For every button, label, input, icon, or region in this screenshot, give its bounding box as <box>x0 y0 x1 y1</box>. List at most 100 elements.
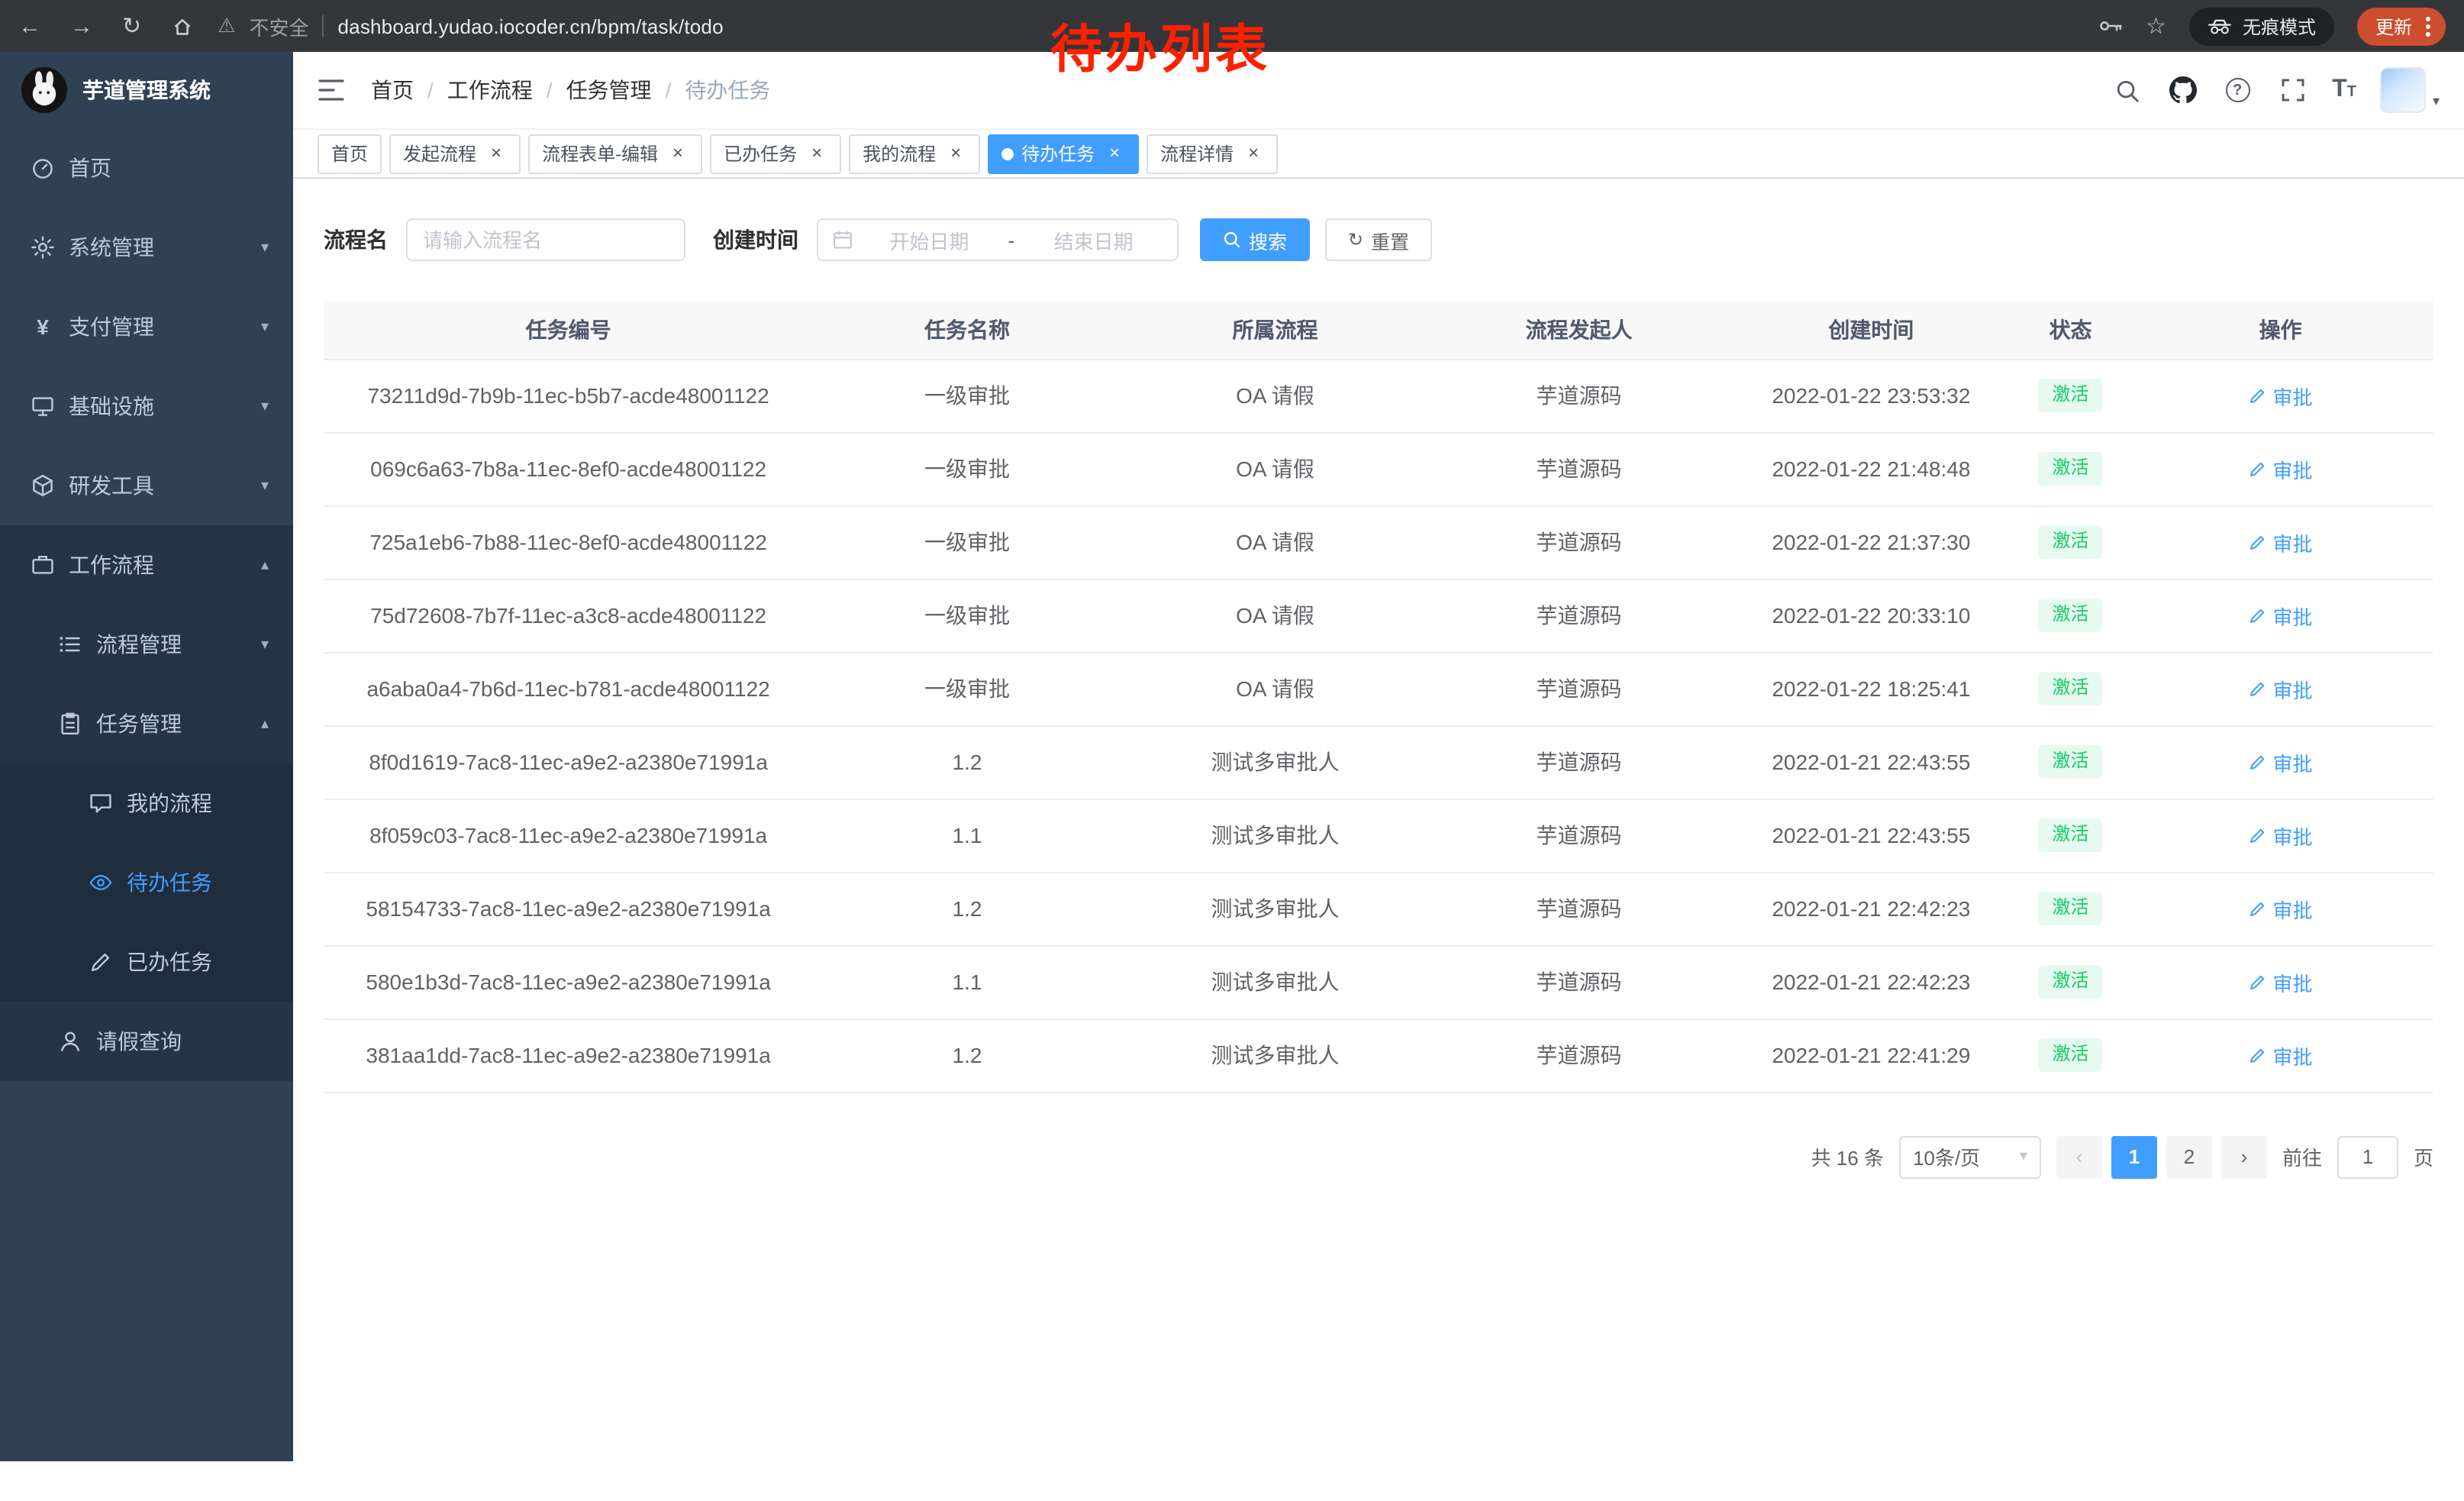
approve-button[interactable]: 审批 <box>2249 674 2313 703</box>
create-time-label: 创建时间 <box>713 224 798 255</box>
sidebar-item-dev-tools[interactable]: 研发工具 ▾ <box>0 446 293 525</box>
topbar-actions: ? TT ▾ <box>2112 67 2440 113</box>
bookmark-star-icon[interactable]: ☆ <box>2146 15 2166 37</box>
github-icon[interactable] <box>2167 75 2198 105</box>
tab-start-process[interactable]: 发起流程 × <box>389 134 521 173</box>
todo-table: 任务编号 任务名称 所属流程 流程发起人 创建时间 状态 操作 73211d9d… <box>324 301 2433 1093</box>
tab-done-tasks[interactable]: 已办任务 × <box>710 134 841 173</box>
close-icon[interactable]: × <box>485 143 507 164</box>
sidebar-item-leave-query[interactable]: 请假查询 <box>0 1002 293 1081</box>
menu-kebab-icon[interactable] <box>2426 16 2430 36</box>
task-process: OA 请假 <box>1121 652 1430 725</box>
task-process: 测试多审批人 <box>1121 1018 1430 1092</box>
forward-icon[interactable]: → <box>70 15 93 37</box>
approve-button[interactable]: 审批 <box>2249 894 2313 923</box>
chevron-down-icon: ▾ <box>261 398 269 415</box>
task-name: 1.1 <box>813 799 1121 872</box>
task-name: 1.2 <box>813 872 1121 945</box>
tags-view-bar: 首页 发起流程 × 流程表单-编辑 × 已办任务 × 我的流程 × <box>293 128 2464 179</box>
breadcrumb-task-management[interactable]: 任务管理 <box>566 75 652 105</box>
tab-my-processes[interactable]: 我的流程 × <box>849 134 980 173</box>
tab-process-detail[interactable]: 流程详情 × <box>1147 134 1278 173</box>
page-1-button[interactable]: 1 <box>2111 1135 2157 1178</box>
font-size-icon[interactable]: TT <box>2332 78 2356 102</box>
reset-button[interactable]: ↻ 重置 <box>1325 218 1432 261</box>
next-page-button[interactable]: › <box>2221 1135 2267 1178</box>
process-name-input[interactable] <box>406 218 685 261</box>
sidebar-collapse-icon[interactable] <box>318 78 345 102</box>
sidebar-item-system-management[interactable]: 系统管理 ▾ <box>0 208 293 287</box>
back-icon[interactable]: ← <box>18 15 41 37</box>
search-icon[interactable] <box>2112 75 2143 105</box>
task-process: 测试多审批人 <box>1121 872 1430 945</box>
sidebar-item-task-management[interactable]: 任务管理 ▴ <box>0 684 293 763</box>
sidebar-item-home[interactable]: 首页 <box>0 128 293 208</box>
tab-process-form-edit[interactable]: 流程表单-编辑 × <box>528 134 702 173</box>
page-content: 流程名 创建时间 开始日期 - 结束日期 <box>293 179 2464 1501</box>
breadcrumb-home[interactable]: 首页 <box>371 75 414 105</box>
close-icon[interactable]: × <box>1104 143 1125 164</box>
avatar[interactable] <box>2381 67 2427 113</box>
incognito-label: 无痕模式 <box>2243 13 2316 39</box>
key-icon[interactable] <box>2098 18 2123 34</box>
status-badge: 激活 <box>2038 452 2102 485</box>
sidebar-item-done-tasks[interactable]: 已办任务 <box>0 922 293 1002</box>
approve-button[interactable]: 审批 <box>2249 454 2313 483</box>
sidebar-item-workflow[interactable]: 工作流程 ▴ <box>0 525 293 605</box>
approve-button[interactable]: 审批 <box>2249 381 2313 410</box>
sidebar-item-process-management[interactable]: 流程管理 ▾ <box>0 605 293 684</box>
date-range-picker[interactable]: 开始日期 - 结束日期 <box>817 218 1179 261</box>
task-initiator: 芋道源码 <box>1429 872 1728 945</box>
home-icon[interactable] <box>170 15 193 37</box>
chevron-down-icon: ▾ <box>2020 1148 2027 1165</box>
tab-todo-tasks[interactable]: 待办任务 × <box>988 134 1139 173</box>
address-bar[interactable]: ⚠ 不安全 dashboard.yudao.iocoder.cn/bpm/tas… <box>218 11 724 40</box>
status-badge: 激活 <box>2038 745 2102 778</box>
table-row: 069c6a63-7b8a-11ec-8ef0-acde48001122 一级审… <box>324 432 2433 505</box>
eye-icon <box>89 870 113 895</box>
breadcrumb: 首页 / 工作流程 / 任务管理 / 待办任务 <box>371 75 770 105</box>
update-label: 更新 <box>2375 13 2412 39</box>
task-id: 8f0d1619-7ac8-11ec-a9e2-a2380e71991a <box>324 725 813 799</box>
tab-home[interactable]: 首页 <box>318 134 382 173</box>
sidebar-item-payment-management[interactable]: ¥ 支付管理 ▾ <box>0 287 293 366</box>
help-icon[interactable]: ? <box>2222 75 2253 105</box>
close-icon[interactable]: × <box>667 143 689 164</box>
breadcrumb-workflow[interactable]: 工作流程 <box>447 75 533 105</box>
close-icon[interactable]: × <box>806 143 827 164</box>
close-icon[interactable]: × <box>945 143 966 164</box>
chevron-up-icon: ▴ <box>261 557 269 573</box>
breadcrumb-current: 待办任务 <box>685 75 770 105</box>
reload-icon[interactable]: ↻ <box>122 15 141 37</box>
task-initiator: 芋道源码 <box>1429 505 1728 579</box>
task-name: 一级审批 <box>813 652 1121 725</box>
approve-button[interactable]: 审批 <box>2249 821 2313 850</box>
sidebar-item-infrastructure[interactable]: 基础设施 ▾ <box>0 366 293 446</box>
task-initiator: 芋道源码 <box>1429 579 1728 652</box>
approve-button[interactable]: 审批 <box>2249 1041 2313 1070</box>
app-logo[interactable]: 芋道管理系统 <box>0 52 293 128</box>
update-button[interactable]: 更新 <box>2357 7 2446 45</box>
page-buttons: ‹ 1 2 › <box>2056 1135 2267 1178</box>
approve-button[interactable]: 审批 <box>2249 601 2313 630</box>
page-size-select[interactable]: 10条/页 ▾ <box>1899 1135 2041 1178</box>
approve-button[interactable]: 审批 <box>2249 747 2313 776</box>
sidebar-item-todo-tasks[interactable]: 待办任务 <box>0 843 293 922</box>
status-badge: 激活 <box>2038 672 2102 705</box>
col-task-id: 任务编号 <box>324 301 813 359</box>
search-button[interactable]: 搜索 <box>1200 218 1310 261</box>
approve-button[interactable]: 审批 <box>2249 528 2313 557</box>
range-separator: - <box>1005 228 1018 251</box>
close-icon[interactable]: × <box>1243 143 1264 164</box>
status-badge: 激活 <box>2038 818 2102 851</box>
col-initiator: 流程发起人 <box>1429 301 1728 359</box>
prev-page-button[interactable]: ‹ <box>2056 1135 2102 1178</box>
user-menu[interactable]: ▾ <box>2381 67 2440 113</box>
sidebar-item-my-processes[interactable]: 我的流程 <box>0 763 293 843</box>
fullscreen-icon[interactable] <box>2277 75 2308 105</box>
page-2-button[interactable]: 2 <box>2166 1135 2212 1178</box>
app-frame: 芋道管理系统 首页 系统管理 ▾ ¥ <box>0 52 2464 1501</box>
approve-button[interactable]: 审批 <box>2249 967 2313 996</box>
goto-page-input[interactable] <box>2337 1135 2398 1178</box>
edit-icon <box>2249 753 2267 771</box>
